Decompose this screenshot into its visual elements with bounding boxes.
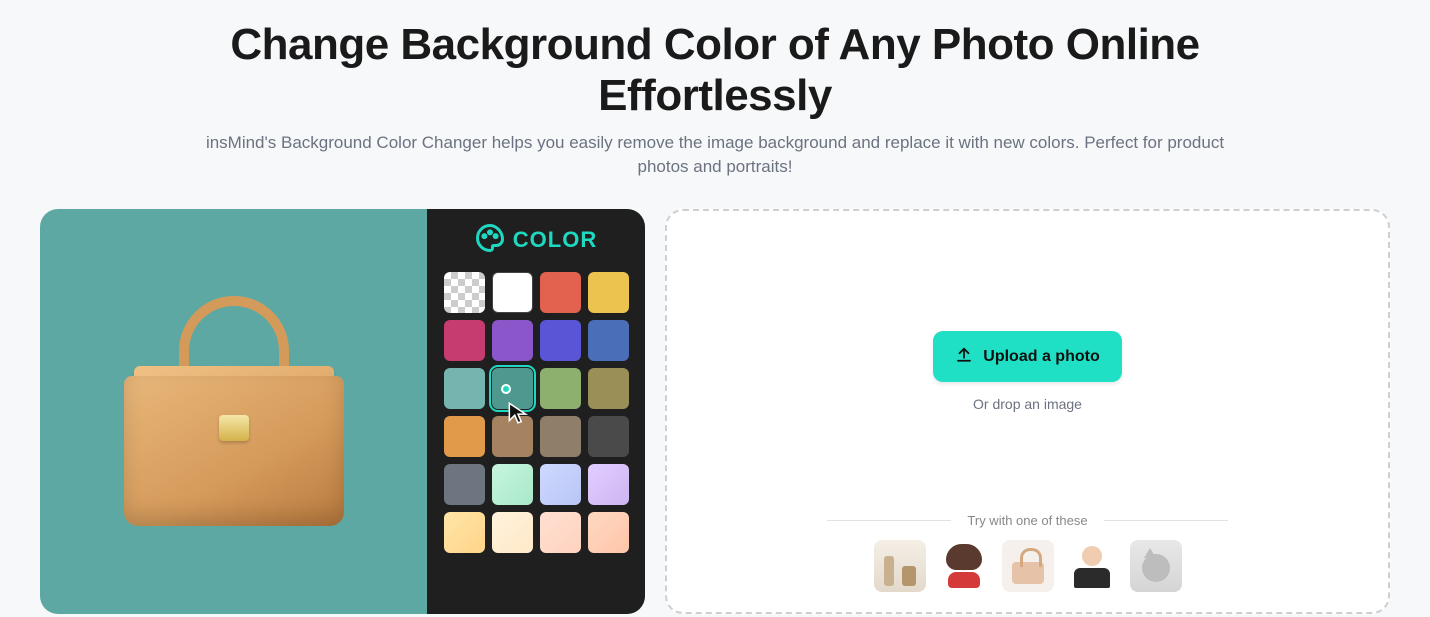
color-swatch-taupe[interactable] — [540, 416, 581, 457]
color-swatch-teal-light[interactable] — [444, 368, 485, 409]
upload-panel[interactable]: Upload a photo Or drop an image Try with… — [665, 209, 1390, 614]
color-swatch-olive[interactable] — [588, 368, 629, 409]
color-swatch-transparent[interactable] — [444, 272, 485, 313]
sample-images-section: Try with one of these — [667, 513, 1388, 612]
drop-hint-text: Or drop an image — [973, 396, 1082, 412]
color-swatch-mint-gradient[interactable] — [492, 464, 533, 505]
color-swatch-sage[interactable] — [540, 368, 581, 409]
color-swatch-lilac-gradient[interactable] — [588, 464, 629, 505]
color-swatch-blush-gradient[interactable] — [540, 512, 581, 553]
color-swatch-magenta[interactable] — [444, 320, 485, 361]
color-swatch-orange[interactable] — [444, 416, 485, 457]
color-swatch-white[interactable] — [492, 272, 533, 313]
color-swatch-slate[interactable] — [444, 464, 485, 505]
page-subtitle: insMind's Background Color Changer helps… — [190, 131, 1240, 179]
sample-thumb-businesswoman[interactable] — [1066, 540, 1118, 592]
color-swatch-teal[interactable] — [492, 368, 533, 409]
divider-icon — [827, 520, 951, 521]
color-swatch-peach-gradient[interactable] — [588, 512, 629, 553]
color-swatch-purple[interactable] — [492, 320, 533, 361]
sample-thumb-woman[interactable] — [938, 540, 990, 592]
sample-thumb-cat[interactable] — [1130, 540, 1182, 592]
color-swatch-cream-gradient[interactable] — [492, 512, 533, 553]
upload-button-label: Upload a photo — [983, 348, 1099, 366]
divider-icon — [1104, 520, 1228, 521]
color-swatch-grid — [441, 272, 631, 553]
sample-thumb-cosmetics[interactable] — [874, 540, 926, 592]
palette-label: COLOR — [513, 227, 597, 253]
color-swatch-blue[interactable] — [588, 320, 629, 361]
preview-panel: COLOR — [40, 209, 645, 614]
color-swatch-gold[interactable] — [588, 272, 629, 313]
color-swatch-sky-gradient[interactable] — [540, 464, 581, 505]
color-palette-panel: COLOR — [427, 209, 645, 614]
color-swatch-indigo[interactable] — [540, 320, 581, 361]
sample-thumb-handbag[interactable] — [1002, 540, 1054, 592]
page-title: Change Background Color of Any Photo Onl… — [165, 20, 1265, 121]
product-preview-area — [40, 209, 427, 614]
color-swatch-charcoal[interactable] — [588, 416, 629, 457]
upload-icon — [955, 345, 973, 368]
color-swatch-sunrise-gradient[interactable] — [444, 512, 485, 553]
palette-icon — [475, 223, 505, 258]
color-swatch-brown[interactable] — [492, 416, 533, 457]
color-swatch-coral[interactable] — [540, 272, 581, 313]
samples-label: Try with one of these — [967, 513, 1087, 528]
upload-photo-button[interactable]: Upload a photo — [933, 331, 1121, 382]
product-handbag-icon — [124, 296, 344, 526]
